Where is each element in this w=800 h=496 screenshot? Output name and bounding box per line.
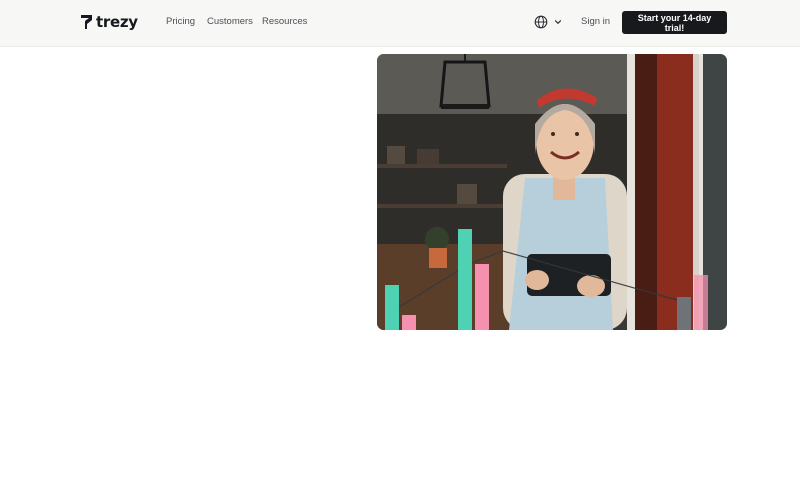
brand-name: trezy	[96, 13, 138, 31]
globe-icon	[534, 15, 548, 29]
chart-bar-teal-2	[458, 229, 472, 330]
nav-resources-link[interactable]: Resources	[262, 16, 307, 27]
chart-bar-pink-1	[402, 315, 416, 330]
hero-photo-illustration	[377, 54, 727, 330]
language-selector[interactable]	[534, 15, 563, 29]
start-trial-button[interactable]: Start your 14-day trial!	[622, 11, 727, 34]
chevron-down-icon	[554, 20, 562, 25]
chart-bar-teal-1	[385, 285, 399, 330]
nav-customers-link[interactable]: Customers	[207, 16, 253, 27]
chart-bar-gray	[677, 297, 691, 330]
chart-bar-pink-3	[694, 275, 708, 330]
hero-image	[377, 54, 727, 330]
chart-bar-pink-2	[475, 264, 489, 330]
nav-pricing-link[interactable]: Pricing	[166, 16, 195, 27]
top-navigation-bar: trezy Pricing Customers Resources Sign i…	[0, 0, 800, 47]
brand-logo[interactable]: trezy	[81, 12, 138, 32]
sign-in-link[interactable]: Sign in	[581, 16, 610, 27]
logo-mark-icon	[81, 15, 92, 29]
